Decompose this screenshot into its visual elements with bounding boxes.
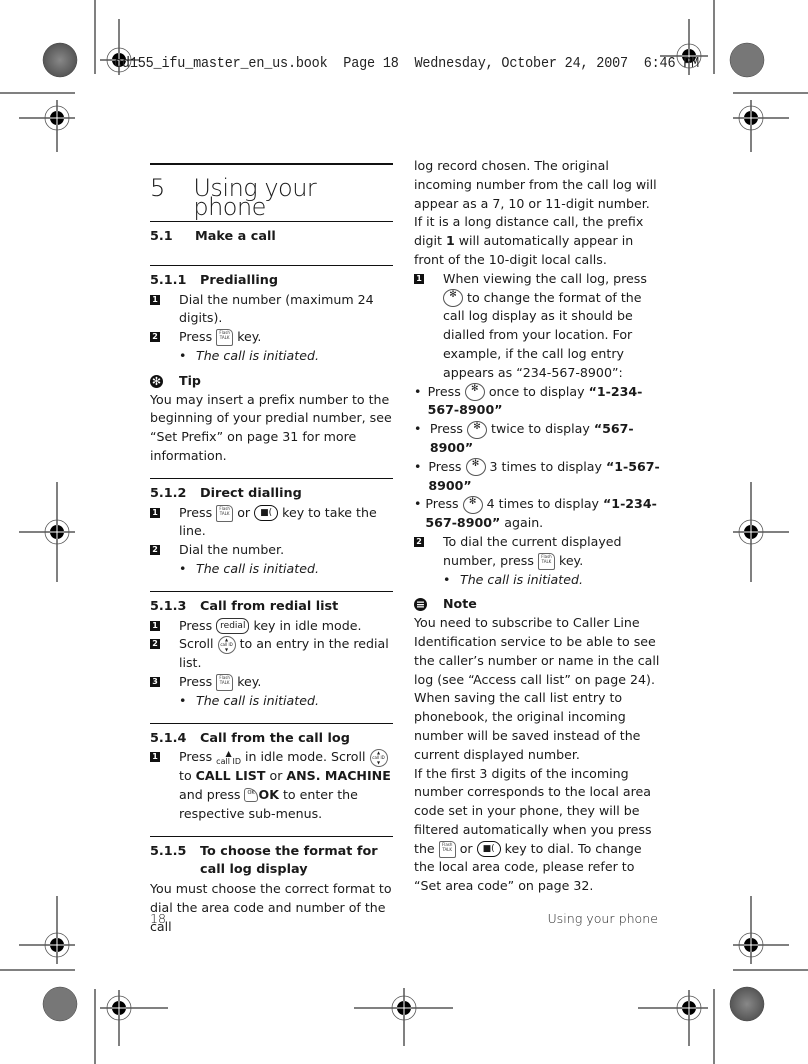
navigation-key-icon: ▲ call ID ▼: [217, 635, 236, 654]
talk-key-icon: Flash TALK: [438, 840, 456, 858]
page-number: 18: [150, 911, 167, 926]
speaker-key-icon: ■(: [254, 505, 279, 522]
step: 3 Press Flash TALK key.: [150, 673, 393, 692]
format-bullet: • Press ✻ 3 times to display “1-567-8900…: [414, 458, 660, 493]
left-column: 5 Using your phone 5.1 Make a call 5.1.1…: [150, 163, 393, 937]
step: 1 When viewing the call log, press ✻ to …: [414, 270, 660, 383]
note-text-2: When saving the call list entry to phone…: [414, 690, 641, 762]
registration-marks: [0, 0, 808, 1064]
format-key-icon: ✻: [464, 383, 485, 402]
result-bullet: • The call is initiated.: [443, 571, 583, 587]
format-bullet: • Press ✻ 4 times to display “1-234-567-…: [414, 495, 657, 531]
section-heading: 5.1 Make a call: [150, 229, 276, 244]
result-bullet: • The call is initiated.: [179, 347, 319, 363]
subsection-format: 5.1.5 To choose the format for call log …: [150, 843, 378, 878]
chapter-title: 5 Using your phone: [150, 174, 317, 221]
speaker-key-icon: ■(: [476, 841, 501, 858]
talk-key-icon: Flash TALK: [537, 552, 555, 570]
ok-key-icon: OK: [244, 788, 259, 803]
talk-key-icon: Flash TALK: [216, 504, 234, 522]
format-bullet: • Press ✻ twice to display “567-8900”: [414, 420, 634, 455]
note-text-1: You need to subscribe to Caller Line Ide…: [414, 615, 660, 687]
star-target-top-left: [42, 42, 78, 78]
print-banner: cd155_ifu_master_en_us.book Page 18 Wedn…: [114, 56, 700, 72]
subsection-predialling: 5.1.1 Predialling: [150, 272, 278, 288]
step: 2 To dial the current displayed number, …: [414, 533, 660, 571]
format-bullet: • Press ✻ once to display “1-234-567-890…: [414, 383, 643, 418]
tip-text: You may insert a prefix number to the be…: [150, 391, 392, 463]
redial-key-icon: redial: [216, 618, 250, 635]
format-intro-left: You must choose the correct format to di…: [150, 881, 392, 934]
step: 1 Dial the number (maximum 24 digits).: [150, 291, 393, 329]
call-id-key-icon: ▲ call ID: [216, 748, 241, 766]
step: 1 Press Flash TALK or ■( key to take the …: [150, 504, 393, 542]
step: 2 Scroll ▲ call ID ▼ to an entry in the re…: [150, 635, 393, 673]
talk-key-icon: Flash TALK: [216, 673, 234, 691]
talk-key-icon: Flash TALK: [216, 329, 234, 347]
tip-heading: ✻ Tip: [150, 372, 201, 388]
step: 2 Dial the number.: [150, 541, 393, 560]
subsection-direct-dialling: 5.1.2 Direct dialling: [150, 485, 302, 501]
note-icon: ≡: [414, 598, 427, 612]
format-key-icon: ✻: [443, 289, 463, 308]
right-column: log record chosen. The original incoming…: [414, 157, 660, 896]
note-text-3: If the first 3 digits of the incoming nu…: [414, 765, 652, 894]
tip-icon: ✻: [150, 374, 163, 388]
result-bullet: • The call is initiated.: [179, 692, 319, 708]
running-title: Using your phone: [547, 911, 658, 926]
result-bullet: • The call is initiated.: [179, 560, 319, 576]
subsection-call-log: 5.1.4 Call from the call log: [150, 730, 350, 746]
subsection-redial-list: 5.1.3 Call from redial list: [150, 598, 339, 614]
format-intro-right: log record chosen. The original incoming…: [414, 158, 657, 267]
navigation-key-icon: ▲ call ID ▼: [369, 748, 388, 767]
step: 2 Press Flash TALK key.: [150, 328, 393, 347]
step: 1 Press ▲ call ID in idle mode. Scroll ▲ c…: [150, 748, 393, 823]
step: 1 Press redial key in idle mode.: [150, 617, 393, 636]
note-heading: ≡ Note: [414, 596, 477, 612]
chapter-rule: [150, 163, 393, 165]
format-key-icon: ✻: [467, 420, 487, 439]
format-key-icon: ✻: [465, 458, 486, 477]
format-key-icon: ✻: [462, 495, 483, 514]
